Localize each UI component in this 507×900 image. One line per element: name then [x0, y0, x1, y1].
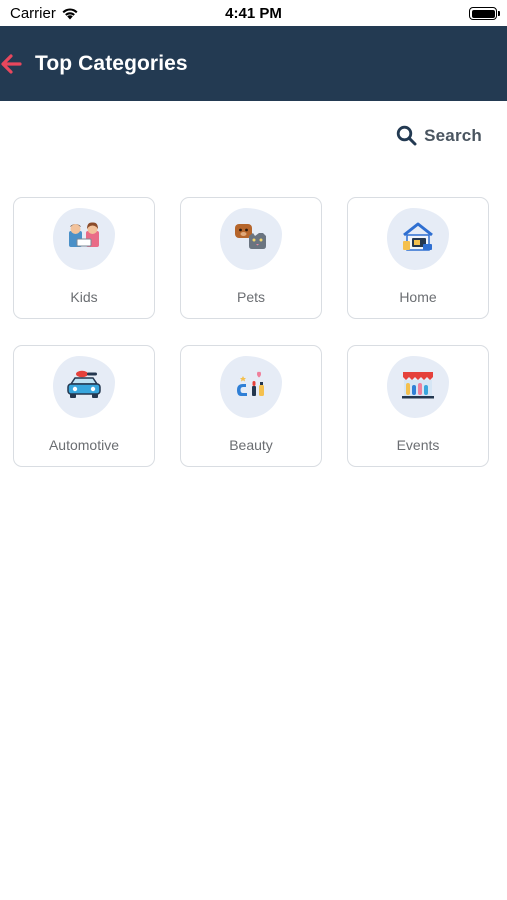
category-label: Automotive [48, 437, 120, 453]
search-label: Search [424, 125, 482, 145]
category-label: Pets [236, 289, 265, 305]
page-title: Top Categories [35, 51, 188, 75]
category-card-events[interactable]: Events [347, 345, 489, 467]
category-label: Events [396, 437, 440, 453]
status-bar: Carrier 4:41 PM [0, 0, 507, 26]
back-arrow-icon [1, 53, 22, 74]
category-grid: Kids Pets Home Automotive Beauty Events [13, 197, 489, 467]
beauty-icon [237, 371, 264, 396]
back-button[interactable] [0, 44, 30, 84]
app-bar: Top Categories [0, 26, 507, 101]
pets-icon [235, 224, 266, 249]
category-label: Kids [70, 289, 98, 305]
category-card-pets[interactable]: Pets [180, 197, 322, 319]
battery-icon [469, 7, 500, 20]
events-icon [402, 372, 434, 399]
kids-icon [69, 222, 99, 247]
category-label: Home [399, 289, 437, 305]
category-card-kids[interactable]: Kids [13, 197, 155, 319]
car-icon [67, 370, 101, 398]
category-label: Beauty [229, 437, 273, 453]
search-button[interactable]: Search [396, 125, 482, 146]
category-card-home[interactable]: Home [347, 197, 489, 319]
home-icon [403, 222, 433, 251]
category-card-beauty[interactable]: Beauty [180, 345, 322, 467]
category-card-automotive[interactable]: Automotive [13, 345, 155, 467]
search-icon [396, 125, 417, 146]
clock: 4:41 PM [225, 5, 282, 22]
